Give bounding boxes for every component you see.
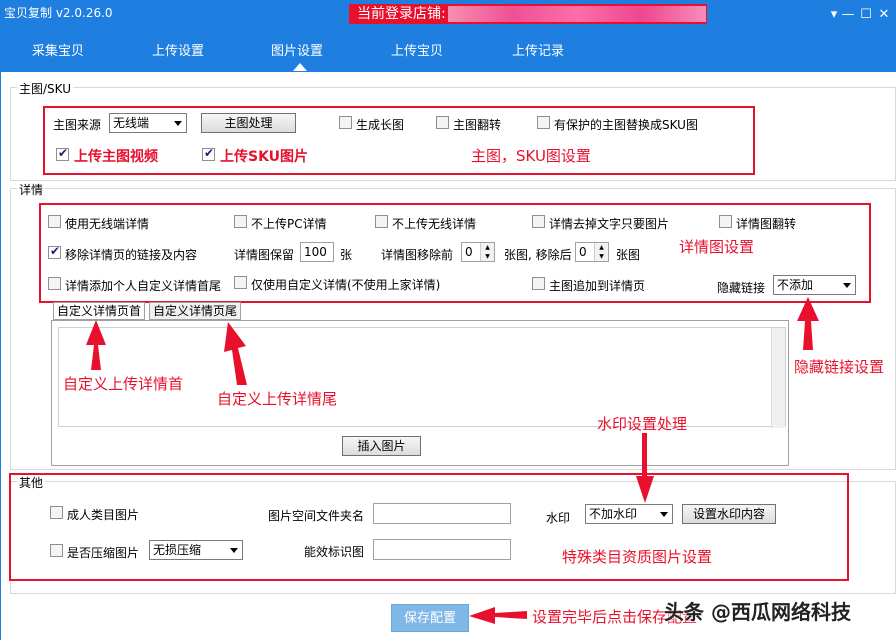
arrow-hide-link	[797, 297, 819, 350]
arrow-watermark	[636, 433, 654, 503]
arrow-save	[469, 607, 527, 624]
annotation-arrows	[86, 297, 819, 624]
arrow-custom-head	[86, 320, 106, 370]
arrow-custom-tail	[224, 322, 247, 385]
